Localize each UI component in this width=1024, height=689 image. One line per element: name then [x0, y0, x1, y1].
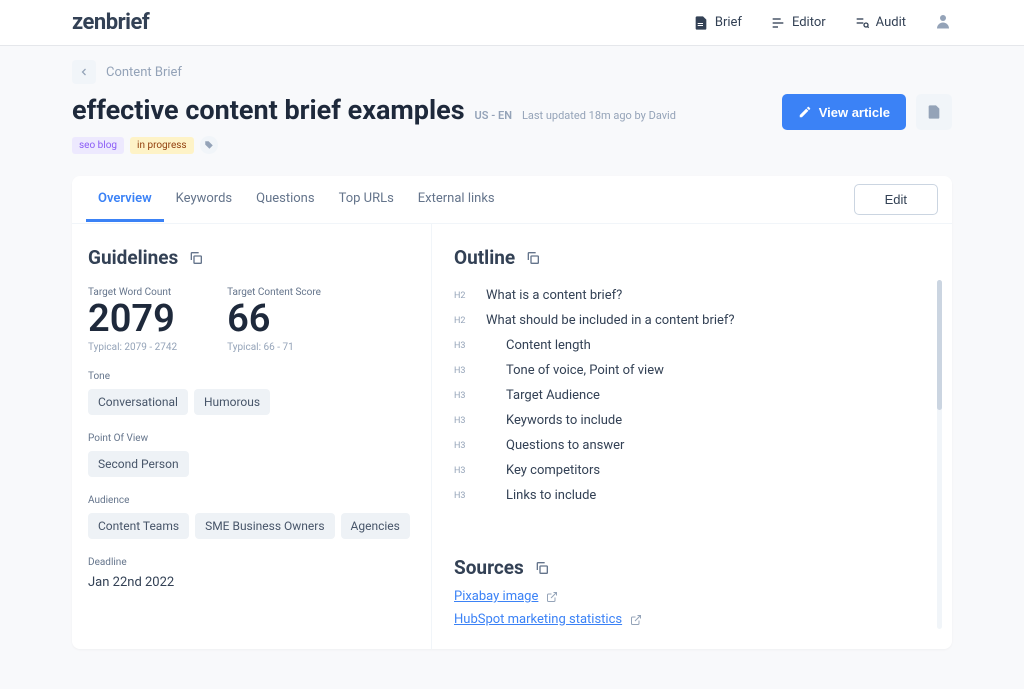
sources-section: Sources Pixabay image HubSpot marketing … [454, 556, 952, 627]
outline-item[interactable]: H3Keywords to include [454, 408, 928, 433]
pov-pills: Second Person [88, 451, 415, 477]
pill-tone: Humorous [194, 389, 270, 415]
deadline-group: Deadline Jan 22nd 2022 [88, 557, 415, 590]
tab-external-links[interactable]: External links [406, 178, 507, 222]
document-icon [926, 104, 942, 120]
tabs: Overview Keywords Questions Top URLs Ext… [72, 176, 952, 224]
sources-title: Sources [454, 556, 952, 579]
source-link[interactable]: HubSpot marketing statistics [454, 612, 952, 627]
deadline-label: Deadline [88, 557, 415, 568]
score-value: 66 [227, 300, 321, 338]
external-link-icon [630, 614, 642, 626]
top-nav: Brief Editor Audit [693, 12, 952, 34]
search-list-icon [854, 15, 870, 31]
outline-item[interactable]: H3Target Audience [454, 383, 928, 408]
pill-audience: SME Business Owners [195, 513, 334, 539]
nav-brief[interactable]: Brief [693, 15, 742, 31]
logo: zenbrief [72, 10, 149, 35]
scrollbar-thumb[interactable] [937, 280, 942, 410]
scrollbar[interactable] [937, 280, 942, 629]
tone-pills: Conversational Humorous [88, 389, 415, 415]
topbar: zenbrief Brief Editor Audit [0, 0, 1024, 46]
word-count-sub: Typical: 2079 - 2742 [88, 342, 177, 353]
locale-badge: US - EN [475, 109, 512, 122]
nav-editor[interactable]: Editor [770, 15, 826, 31]
breadcrumb-text: Content Brief [106, 65, 182, 80]
add-tag-button[interactable] [200, 136, 218, 154]
last-updated: Last updated 18m ago by David [522, 109, 676, 122]
header: effective content brief examples US - EN… [72, 94, 952, 154]
pencil-icon [798, 105, 812, 119]
back-button[interactable] [72, 60, 96, 84]
header-actions: View article [782, 94, 952, 130]
outline-item[interactable]: H3Questions to answer [454, 433, 928, 458]
copy-icon[interactable] [188, 250, 204, 266]
pov-label: Point Of View [88, 433, 415, 444]
tag-status[interactable]: in progress [130, 137, 194, 154]
edit-button[interactable]: Edit [854, 184, 938, 215]
tone-label: Tone [88, 371, 415, 382]
stats: Target Word Count 2079 Typical: 2079 - 2… [88, 287, 415, 353]
outline-panel: Outline H2What is a content brief? H2Wha… [432, 224, 952, 649]
tab-overview[interactable]: Overview [86, 178, 164, 222]
outline-item[interactable]: H3Key competitors [454, 458, 928, 483]
outline-list: H2What is a content brief? H2What should… [454, 283, 952, 508]
audience-label: Audience [88, 495, 415, 506]
editor-icon [770, 15, 786, 31]
pill-pov: Second Person [88, 451, 189, 477]
tab-top-urls[interactable]: Top URLs [327, 178, 406, 222]
source-link[interactable]: Pixabay image [454, 589, 952, 604]
outline-item[interactable]: H2What is a content brief? [454, 283, 928, 308]
score-sub: Typical: 66 - 71 [227, 342, 321, 353]
tag-category[interactable]: seo blog [72, 137, 124, 154]
audience-group: Audience Content Teams SME Business Owne… [88, 495, 415, 539]
user-menu[interactable] [934, 12, 952, 34]
pill-audience: Content Teams [88, 513, 189, 539]
pov-group: Point Of View Second Person [88, 433, 415, 477]
document-action-button[interactable] [916, 94, 952, 130]
external-link-icon [546, 591, 558, 603]
pill-audience: Agencies [341, 513, 410, 539]
page: Content Brief effective content brief ex… [0, 46, 1024, 689]
outline-item[interactable]: H2What should be included in a content b… [454, 308, 928, 333]
audience-pills: Content Teams SME Business Owners Agenci… [88, 513, 415, 539]
outline-item[interactable]: H3Links to include [454, 483, 928, 508]
tab-questions[interactable]: Questions [244, 178, 326, 222]
user-icon [934, 12, 952, 30]
guidelines-title: Guidelines [88, 246, 415, 269]
tone-group: Tone Conversational Humorous [88, 371, 415, 415]
arrow-left-icon [78, 66, 90, 78]
copy-icon[interactable] [525, 250, 541, 266]
content-card: Overview Keywords Questions Top URLs Ext… [72, 176, 952, 649]
nav-audit[interactable]: Audit [854, 15, 906, 31]
stat-content-score: Target Content Score 66 Typical: 66 - 71 [227, 287, 321, 353]
panels: Guidelines Target Word Count 2079 Typica… [72, 224, 952, 649]
view-article-button[interactable]: View article [782, 94, 906, 130]
tag-row: seo blog in progress [72, 136, 676, 154]
deadline-value: Jan 22nd 2022 [88, 575, 415, 590]
tab-keywords[interactable]: Keywords [164, 178, 244, 222]
copy-icon[interactable] [534, 560, 550, 576]
page-title: effective content brief examples [72, 94, 465, 126]
guidelines-panel: Guidelines Target Word Count 2079 Typica… [72, 224, 432, 649]
header-left: effective content brief examples US - EN… [72, 94, 676, 154]
outline-item[interactable]: H3Content length [454, 333, 928, 358]
document-icon [693, 15, 709, 31]
outline-title: Outline [454, 246, 952, 269]
word-count-value: 2079 [88, 300, 177, 338]
pill-tone: Conversational [88, 389, 188, 415]
breadcrumb: Content Brief [72, 60, 952, 84]
tag-icon [204, 140, 214, 150]
stat-word-count: Target Word Count 2079 Typical: 2079 - 2… [88, 287, 177, 353]
outline-item[interactable]: H3Tone of voice, Point of view [454, 358, 928, 383]
